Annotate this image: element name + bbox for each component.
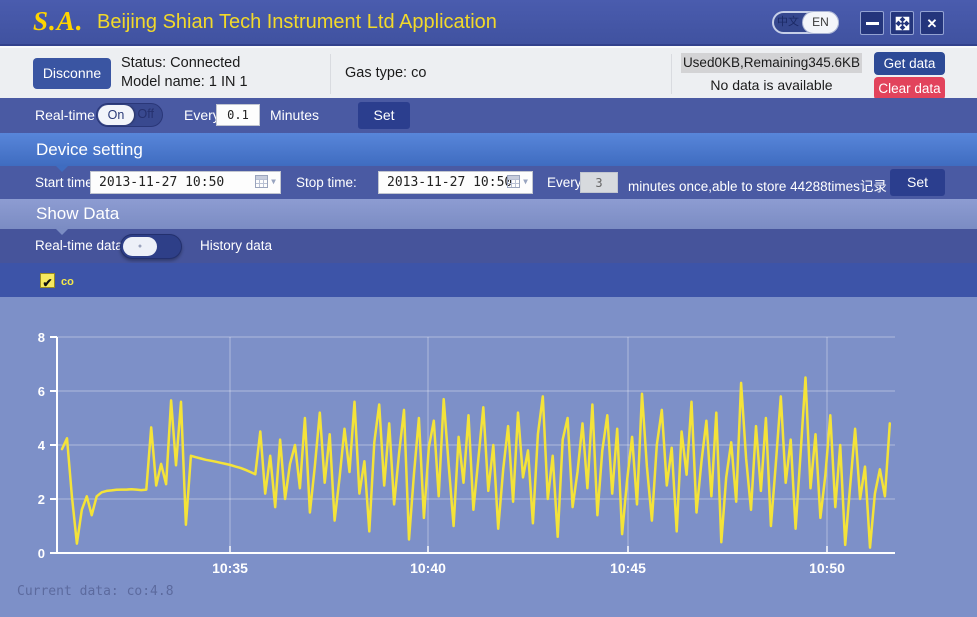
divider <box>671 54 672 94</box>
model-name-text: Model name: 1 IN 1 <box>121 74 248 90</box>
every-label: Every <box>547 175 582 190</box>
minimize-icon <box>866 22 879 25</box>
history-data-label: History data <box>200 238 272 253</box>
status-text: Status: Connected <box>121 55 240 71</box>
start-time-picker[interactable]: 2013-11-27 10:50 ▼ <box>90 171 281 194</box>
title-bar: S.A. Beijing Shian Tech Instrument Ltd A… <box>0 0 977 46</box>
toggle-on-knob[interactable]: On <box>98 105 134 125</box>
data-source-row: Real-time data ● History data <box>0 229 977 263</box>
header-notch <box>56 229 68 235</box>
toggle-off-label[interactable]: Off <box>138 107 154 121</box>
no-data-text: No data is available <box>681 77 862 93</box>
channel-row: ✔ co <box>0 263 977 297</box>
realtime-settings-row: Real-time On Off Every Minutes Set <box>0 98 977 133</box>
svg-text:10:50: 10:50 <box>809 560 845 576</box>
chevron-down-icon[interactable]: ▼ <box>523 177 528 186</box>
realtime-set-button[interactable]: Set <box>358 102 410 129</box>
device-set-button[interactable]: Set <box>890 169 945 196</box>
svg-text:10:40: 10:40 <box>410 560 446 576</box>
co-checkbox[interactable]: ✔ <box>40 273 55 288</box>
realtime-label: Real-time <box>35 107 95 123</box>
knob-dot-icon: ● <box>138 243 142 250</box>
calendar-icon[interactable] <box>507 175 520 188</box>
device-setting-header: Device setting <box>0 133 977 166</box>
svg-text:10:35: 10:35 <box>212 560 248 576</box>
svg-text:10:45: 10:45 <box>610 560 646 576</box>
svg-text:4: 4 <box>38 438 46 453</box>
svg-text:6: 6 <box>38 384 45 399</box>
storage-info: Used0KB,Remaining345.6KB <box>681 53 862 73</box>
check-icon: ✔ <box>42 276 52 290</box>
show-data-header: Show Data <box>0 199 977 229</box>
stop-time-picker[interactable]: 2013-11-27 10:50 ▼ <box>378 171 533 194</box>
svg-text:2: 2 <box>38 492 45 507</box>
realtime-data-label: Real-time data <box>35 238 123 253</box>
start-time-label: Start time: <box>35 175 97 190</box>
co-channel-label: co <box>61 276 74 288</box>
maximize-button[interactable] <box>890 11 914 35</box>
store-interval-input[interactable] <box>580 172 618 193</box>
interval-input[interactable] <box>216 104 260 126</box>
minimize-button[interactable] <box>860 11 884 35</box>
lang-zh-label[interactable]: 中文 <box>774 13 802 32</box>
header-notch <box>56 166 68 172</box>
app-logo: S.A. <box>33 6 84 37</box>
calendar-icon[interactable] <box>255 175 268 188</box>
every-label: Every <box>184 107 220 123</box>
start-time-value: 2013-11-27 10:50 <box>99 175 224 190</box>
disconnect-button[interactable]: Disconne <box>33 58 111 89</box>
svg-text:8: 8 <box>38 330 45 345</box>
close-icon: ✕ <box>927 17 938 30</box>
divider <box>330 54 331 94</box>
realtime-on-off-toggle[interactable]: On Off <box>96 103 163 127</box>
app-title: Beijing Shian Tech Instrument Ltd Applic… <box>97 11 497 34</box>
toggle-knob[interactable]: ● <box>123 237 157 256</box>
status-bar: Disconne Status: Connected Model name: 1… <box>0 46 977 98</box>
chart-panel: 0 2 4 6 8 10:35 10:40 10:45 10:50 Current data: … <box>0 297 977 617</box>
chevron-down-icon[interactable]: ▼ <box>271 177 276 186</box>
current-data-text: Current data: co:4.8 <box>17 584 174 599</box>
stop-time-label: Stop time: <box>296 175 357 190</box>
language-toggle[interactable]: 中文 EN <box>772 11 839 34</box>
get-data-button[interactable]: Get data <box>874 52 945 75</box>
store-capacity-text: minutes once,able to store 44288times记录 <box>628 175 887 195</box>
svg-text:0: 0 <box>38 546 45 561</box>
stop-time-value: 2013-11-27 10:50 <box>387 175 512 190</box>
device-setting-row: Start time: 2013-11-27 10:50 ▼ Stop time… <box>0 166 977 199</box>
clear-data-button[interactable]: Clear data <box>874 77 945 100</box>
gas-type-text: Gas type: co <box>345 65 426 81</box>
data-source-toggle[interactable]: ● <box>120 234 182 259</box>
co-line-chart: 0 2 4 6 8 10:35 10:40 10:45 10:50 <box>0 297 977 617</box>
close-button[interactable]: ✕ <box>920 11 944 35</box>
minutes-label: Minutes <box>270 107 319 123</box>
maximize-icon <box>895 16 910 31</box>
lang-en-label[interactable]: EN <box>802 11 839 34</box>
